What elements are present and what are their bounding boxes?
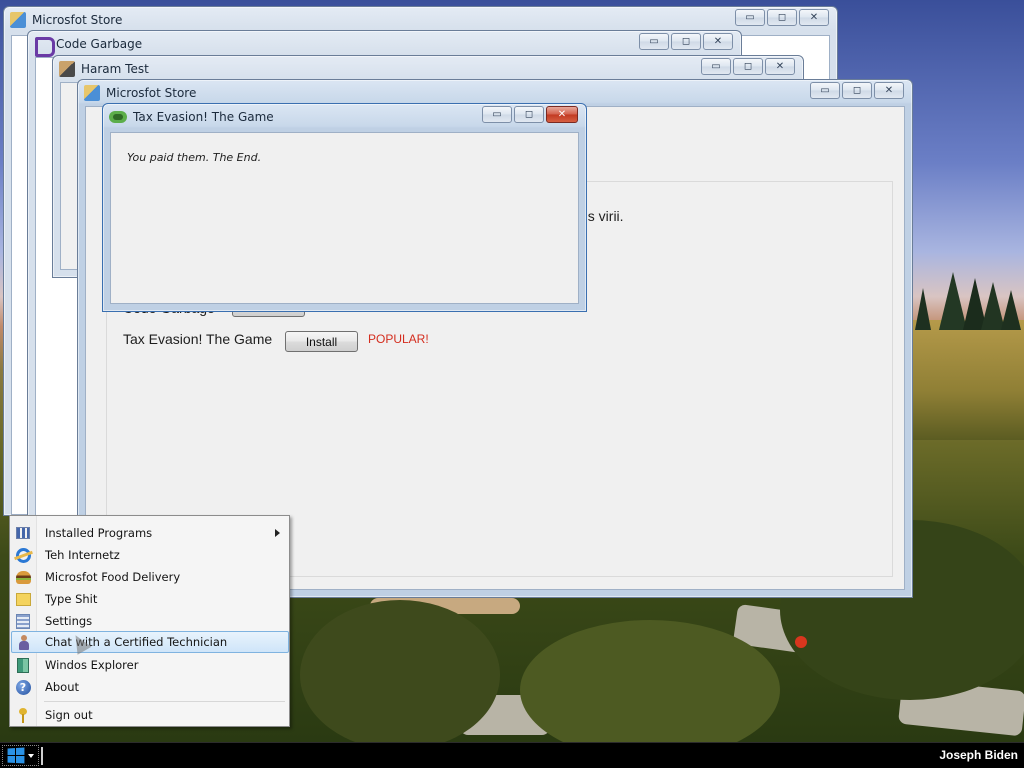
current-user-label[interactable]: Joseph Biden [939,748,1018,762]
notepad-icon [15,591,31,607]
menu-item-label: Sign out [45,708,93,722]
close-button[interactable]: ✕ [703,33,733,50]
maximize-button[interactable]: ◻ [842,82,872,99]
submenu-arrow-icon [275,529,280,537]
caption-buttons: ▭ ◻ ✕ [482,106,578,123]
game-controller-icon [109,111,127,123]
key-icon [15,707,31,723]
internet-explorer-icon [15,547,31,563]
minimize-button[interactable]: ▭ [735,9,765,26]
explorer-icon [15,657,31,673]
popular-badge: POPULAR! [368,332,429,346]
close-button[interactable]: ✕ [765,58,795,75]
window-title: Tax Evasion! The Game [133,110,274,124]
menu-item-type-shit[interactable]: Type Shit [11,588,289,610]
window-title: Haram Test [81,62,149,76]
programs-grid-icon [15,525,31,541]
game-message: You paid them. The End. [127,151,262,164]
store-icon [84,85,100,101]
minimize-button[interactable]: ▭ [810,82,840,99]
menu-item-label: About [45,680,80,694]
menu-item-label: Installed Programs [45,526,153,540]
menu-item-windos-explorer[interactable]: Windos Explorer [11,654,289,676]
window-title: Microsfot Store [32,13,123,27]
chevron-down-icon [28,753,34,758]
close-button[interactable]: ✕ [799,9,829,26]
menu-item-label: Type Shit [45,592,98,606]
maximize-button[interactable]: ◻ [733,58,763,75]
windows-logo-icon [7,746,25,764]
install-button[interactable]: Install [285,331,358,352]
menu-item-sign-out[interactable]: Sign out [11,704,289,726]
taskbar-separator [41,747,43,765]
store-icon [10,12,26,28]
maximize-button[interactable]: ◻ [671,33,701,50]
minimize-button[interactable]: ▭ [482,106,512,123]
haram-test-icon [59,61,75,77]
store-item-label: Tax Evasion! The Game [123,331,273,347]
menu-item-label: Microsfot Food Delivery [45,570,181,584]
menu-item-chat-technician[interactable]: Chat with a Certified Technician [11,631,289,653]
menu-item-label: Settings [45,614,93,628]
caption-buttons: ▭ ◻ ✕ [701,58,795,75]
caption-buttons: ▭ ◻ ✕ [639,33,733,50]
technician-icon [16,634,32,650]
window-title: Code Garbage [56,37,143,51]
taskbar: Joseph Biden [0,742,1024,768]
minimize-button[interactable]: ▭ [639,33,669,50]
menu-item-installed-programs[interactable]: Installed Programs [11,522,289,544]
window-title: Microsfot Store [106,86,197,100]
caption-buttons: ▭ ◻ ✕ [810,82,904,99]
start-button[interactable] [2,745,39,766]
minimize-button[interactable]: ▭ [701,58,731,75]
titlebar[interactable]: Code Garbage [28,31,741,57]
close-button[interactable]: ✕ [874,82,904,99]
wallpaper-brush [300,600,500,742]
menu-item-settings[interactable]: Settings [11,610,289,632]
menu-item-teh-internetz[interactable]: Teh Internetz [11,544,289,566]
maximize-button[interactable]: ◻ [514,106,544,123]
menu-separator [44,701,285,702]
help-icon: ? [15,679,31,695]
wallpaper-trees [915,272,1021,330]
maximize-button[interactable]: ◻ [767,9,797,26]
visual-studio-icon [34,36,55,57]
start-menu: Installed Programs Teh Internetz Microsf… [9,515,290,727]
caption-buttons: ▭ ◻ ✕ [735,9,829,26]
window-client: You paid them. The End. [110,132,579,304]
window-game[interactable]: Tax Evasion! The Game ▭ ◻ ✕ You paid the… [102,103,587,312]
menu-item-label: Teh Internetz [45,548,120,562]
menu-item-label: Windos Explorer [45,658,139,672]
wallpaper-flower [795,636,807,648]
close-button[interactable]: ✕ [546,106,578,123]
burger-icon [15,569,31,585]
settings-icon [15,613,31,629]
menu-item-food-delivery[interactable]: Microsfot Food Delivery [11,566,289,588]
menu-item-about[interactable]: ? About [11,676,289,698]
